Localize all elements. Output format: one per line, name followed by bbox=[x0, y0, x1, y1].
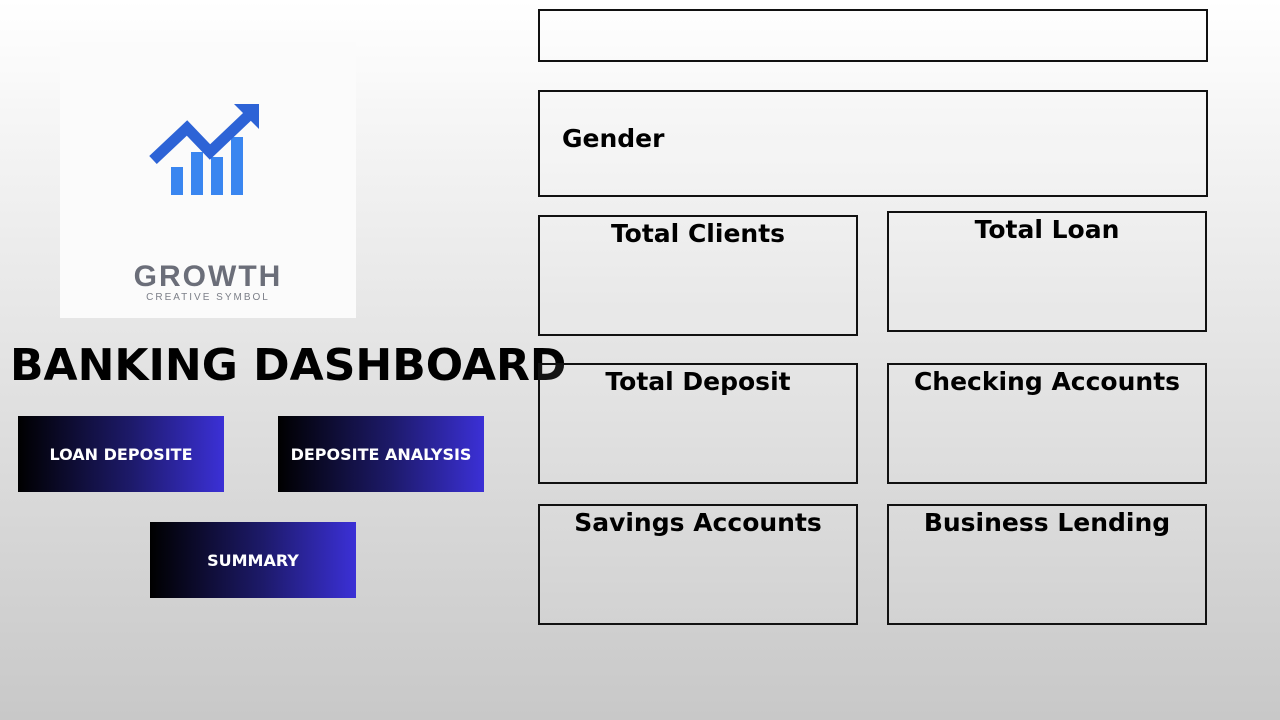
logo: GROWTH CREATIVE SYMBOL bbox=[60, 42, 356, 318]
loan-deposit-button[interactable]: LOAN DEPOSITE bbox=[18, 416, 224, 492]
page-title: BANKING DASHBOARD bbox=[10, 340, 567, 391]
business-lending-card[interactable]: Business Lending bbox=[887, 504, 1207, 625]
logo-tagline: CREATIVE SYMBOL bbox=[146, 292, 270, 303]
gender-label: Gender bbox=[562, 124, 665, 153]
business-lending-label: Business Lending bbox=[923, 508, 1171, 537]
savings-accounts-label: Savings Accounts bbox=[574, 508, 822, 537]
total-clients-label: Total Clients bbox=[610, 219, 786, 248]
total-clients-card[interactable]: Total Clients bbox=[538, 215, 858, 336]
total-loan-label: Total Loan bbox=[974, 215, 1120, 244]
deposit-analysis-button[interactable]: DEPOSITE ANALYSIS bbox=[278, 416, 484, 492]
total-deposit-card[interactable]: Total Deposit bbox=[538, 363, 858, 484]
filter-panel[interactable] bbox=[538, 9, 1208, 62]
savings-accounts-card[interactable]: Savings Accounts bbox=[538, 504, 858, 625]
total-deposit-label: Total Deposit bbox=[605, 367, 791, 396]
checking-accounts-card[interactable]: Checking Accounts bbox=[887, 363, 1207, 484]
logo-brand-text: GROWTH bbox=[133, 260, 283, 293]
total-loan-card[interactable]: Total Loan bbox=[887, 211, 1207, 332]
checking-accounts-label: Checking Accounts bbox=[913, 367, 1181, 396]
summary-button[interactable]: SUMMARY bbox=[150, 522, 356, 598]
gender-panel[interactable]: Gender bbox=[538, 90, 1208, 197]
